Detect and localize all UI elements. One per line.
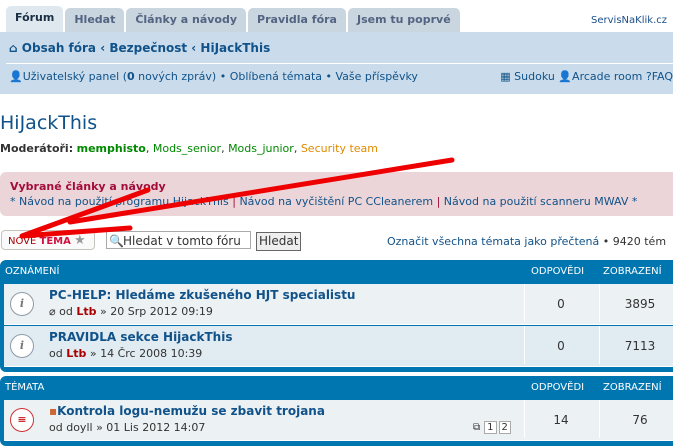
announcements-panel: OZNÁMENÍ ODPOVĚDI ZOBRAZENÍ i PC-HELP: Hle… [0,260,673,372]
table-row: i PC-HELP: Hledáme zkušeného HJT special… [4,284,673,325]
author-link[interactable]: Ltb [66,347,86,360]
sudoku-link[interactable]: Sudoku [514,70,555,83]
pages-icon: ⧉ [473,422,481,433]
views-count: 76 [599,400,673,438]
views-count: 3895 [599,284,673,322]
topic-title-link[interactable]: Kontrola logu-nemužu se zbavit trojana [57,404,325,418]
featured-articles: Vybrané články a návody * Návod na použi… [0,172,673,216]
extra-links: ▦ Sudoku 👤Arcade room ?FAQ [500,70,673,83]
breadcrumb: ⌂ Obsah fóra ‹ Bezpečnost ‹ HiJackThis [9,41,271,55]
forum-search-input[interactable]: 🔍 Hledat v tomto fóru [106,231,251,249]
replies-count: 0 [524,326,597,364]
hot-topic-icon: ≡ [10,408,34,432]
page-link[interactable]: 1 [484,421,497,434]
arcade-link[interactable]: Arcade room [572,70,642,83]
star-icon: ★ [74,233,86,248]
featured-links: * Návod na použití programu HijackThis |… [10,195,638,208]
featured-link[interactable]: Návod na použití scanneru MWAV [444,195,629,208]
replies-count: 14 [524,400,597,438]
mark-read-link[interactable]: Označit všechna témata jako přečtená [387,235,599,248]
tab-rules[interactable]: Pravidla fóra [248,8,346,32]
topic-icon: ▪ [49,404,58,418]
tab-articles[interactable]: Články a návody [126,8,247,32]
search-button[interactable]: Hledat [256,232,302,251]
page-link[interactable]: 2 [498,421,511,434]
moderator-group[interactable]: Mods_senior [153,142,221,155]
replies-count: 0 [524,284,597,322]
breadcrumb-hijackthis[interactable]: HiJackThis [200,41,270,55]
new-topic-button[interactable]: NOVÉ TÉMA ★ [1,230,95,250]
navbar: ⌂ Obsah fóra ‹ Bezpečnost ‹ HiJackThis 👤… [0,32,673,94]
featured-link[interactable]: Návod na použití programu HijackThis [19,195,229,208]
breadcrumb-security[interactable]: Bezpečnost [109,41,187,55]
tab-bar: Fórum Hledat Články a návody Pravidla fó… [6,6,460,32]
pagination: ⧉ 1 2 [469,421,511,434]
moderators-label: Moderátoři: [0,142,74,155]
info-locked-icon: i [10,334,34,358]
topic-title-link[interactable]: PC-HELP: Hledáme zkušeného HJT specialis… [49,288,355,302]
tab-search[interactable]: Hledat [65,8,125,32]
tab-forum[interactable]: Fórum [6,6,64,32]
moderators: Moderátoři: memphisto, Mods_senior, Mods… [0,142,379,155]
favorites-link[interactable]: Oblíbená témata [230,70,322,83]
user-panel-link[interactable]: Uživatelský panel (0 nových zpráv) [23,70,217,83]
info-icon: i [10,292,34,316]
featured-title: Vybrané články a návody [10,180,166,193]
table-row: i PRAVIDLA sekce HijackThis od Ltb » 14 … [4,326,673,367]
home-icon: ⌂ [9,41,18,55]
author-link[interactable]: Ltb [76,305,96,318]
mark-read-bar: Označit všechna témata jako přečtená • 9… [387,235,666,248]
my-posts-link[interactable]: Vaše příspěvky [336,70,418,83]
panel-header: OZNÁMENÍ ODPOVĚDI ZOBRAZENÍ [5,266,662,277]
moderator-link[interactable]: memphisto [77,142,146,155]
user-icon: 👤 [9,70,23,83]
user-icon: 👤 [558,70,573,83]
table-row: ≡ ▪Kontrola logu-nemužu se zbavit trojan… [4,400,673,441]
author-link[interactable]: doyll [66,421,92,434]
divider [6,63,673,64]
faq-link[interactable]: FAQ [652,70,673,83]
search-icon: 🔍 [109,234,124,248]
breadcrumb-home[interactable]: Obsah fóra [22,41,96,55]
tab-first-time[interactable]: Jsem tu poprvé [348,8,460,32]
brand-link[interactable]: ServisNaKlik.cz [591,15,667,26]
views-count: 7113 [599,326,673,364]
moderator-group[interactable]: Security team [301,142,378,155]
topic-count: • 9420 tém [602,235,667,248]
sudoku-icon: ▦ [500,70,511,83]
topics-panel: TÉMATA ODPOVĚDI ZOBRAZENÍ ≡ ▪Kontrola logu… [0,376,673,446]
user-links: 👤Uživatelský panel (0 nových zpráv) • Ob… [9,70,418,83]
featured-link[interactable]: Návod na vyčištění PC CCleanerem [239,195,433,208]
panel-header: TÉMATA ODPOVĚDI ZOBRAZENÍ [5,382,662,393]
moderator-group[interactable]: Mods_junior [228,142,294,155]
attachment-icon: ⌀ [49,305,56,318]
forum-title: HiJackThis [0,112,98,134]
topic-title-link[interactable]: PRAVIDLA sekce HijackThis [49,330,232,344]
